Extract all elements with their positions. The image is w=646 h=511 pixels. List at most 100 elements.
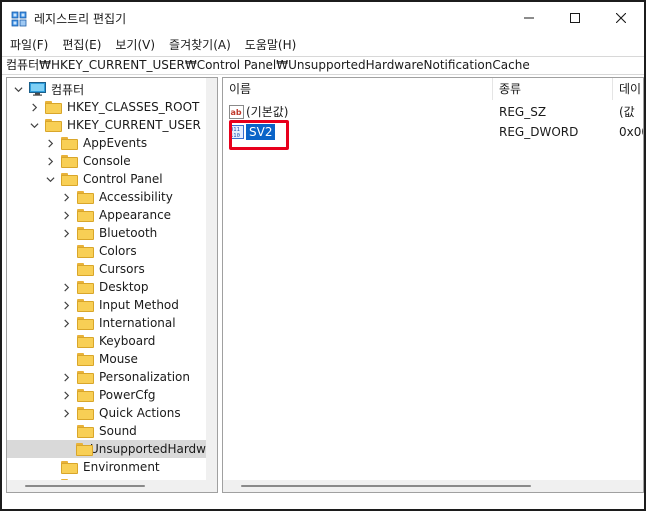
tree-item[interactable]: Colors [7, 242, 137, 260]
chevron-right-icon[interactable] [61, 318, 71, 328]
string-value-icon: ab [229, 105, 244, 119]
menu-help[interactable]: 도움말(H) [245, 36, 297, 53]
highlight-annotation-box [229, 120, 289, 150]
tree-item[interactable]: HKEY_CLASSES_ROOT [7, 98, 199, 116]
folder-icon [77, 334, 94, 348]
column-header-type[interactable]: 종류 [493, 78, 613, 100]
folder-icon [77, 244, 94, 258]
tree-item-label: Console [83, 154, 131, 168]
minimize-icon [524, 17, 534, 19]
tree-item-label: Desktop [99, 280, 149, 294]
tree-item-label: HKEY_CLASSES_ROOT [67, 100, 200, 114]
tree-item[interactable]: Accessibility [7, 188, 173, 206]
tree-item[interactable]: Console [7, 152, 131, 170]
chevron-right-icon[interactable] [61, 372, 71, 382]
tree-item-label: International [99, 316, 176, 330]
folder-icon [77, 298, 94, 312]
list-horizontal-scrollbar[interactable] [223, 480, 643, 492]
tree-vertical-scrollbar[interactable] [206, 78, 217, 492]
value-name: (기본값) [246, 105, 289, 119]
tree-horizontal-scrollbar[interactable] [7, 480, 206, 492]
tree-item[interactable]: Control Panel [7, 170, 163, 188]
registry-editor-window: 레지스트리 편집기 파일(F) 편집(E) 보기(V) 즐겨찾기(A) 도움말(… [0, 0, 646, 511]
minimize-button[interactable] [506, 2, 552, 34]
list-horizontal-scroll-thumb[interactable] [241, 485, 531, 487]
folder-icon [77, 406, 94, 420]
tree-item-label: Keyboard [99, 334, 156, 348]
menu-favorites[interactable]: 즐겨찾기(A) [169, 36, 231, 53]
tree-item[interactable]: International [7, 314, 176, 332]
tree-item[interactable]: Quick Actions [7, 404, 181, 422]
value-data: (값 [619, 105, 635, 119]
folder-icon [77, 190, 94, 204]
tree-item[interactable]: Appearance [7, 206, 171, 224]
folder-icon [77, 352, 94, 366]
tree-item-label: Control Panel [83, 172, 163, 186]
tree-item-label: AppEvents [83, 136, 148, 150]
title-bar[interactable]: 레지스트리 편집기 [2, 2, 644, 34]
folder-icon [61, 460, 78, 474]
menu-bar: 파일(F) 편집(E) 보기(V) 즐겨찾기(A) 도움말(H) [2, 34, 644, 54]
tree-item-label: Personalization [99, 370, 190, 384]
chevron-right-icon[interactable] [45, 138, 55, 148]
tree-item[interactable]: Mouse [7, 350, 138, 368]
tree-item-label: Mouse [99, 352, 138, 366]
tree-item[interactable]: Bluetooth [7, 224, 157, 242]
chevron-right-icon[interactable] [29, 102, 39, 112]
chevron-down-icon[interactable] [45, 174, 55, 184]
tree-item-label: Quick Actions [99, 406, 181, 420]
chevron-right-icon[interactable] [61, 228, 71, 238]
chevron-right-icon[interactable] [61, 210, 71, 220]
tree-item[interactable]: 컴퓨터 [7, 80, 84, 98]
value-type: REG_DWORD [499, 125, 579, 139]
tree-item-label: HKEY_CURRENT_USER [67, 118, 201, 132]
tree-item[interactable]: AppEvents [7, 134, 147, 152]
tree-item[interactable]: PowerCfg [7, 386, 156, 404]
folder-icon [77, 316, 94, 330]
tree-item[interactable]: HKEY_CURRENT_USER [7, 116, 201, 134]
folder-icon [61, 136, 78, 150]
chevron-right-icon[interactable] [45, 156, 55, 166]
folder-icon [77, 280, 94, 294]
folder-icon [77, 388, 94, 402]
address-bar[interactable]: 컴퓨터₩HKEY_CURRENT_USER₩Control Panel₩Unsu… [2, 56, 644, 75]
tree-item[interactable]: Desktop [7, 278, 149, 296]
menu-view[interactable]: 보기(V) [115, 36, 155, 53]
chevron-down-icon[interactable] [29, 120, 39, 130]
maximize-icon [570, 13, 580, 23]
chevron-right-icon[interactable] [61, 408, 71, 418]
tree-item[interactable]: Input Method [7, 296, 179, 314]
chevron-right-icon[interactable] [61, 282, 71, 292]
status-bar [2, 495, 644, 509]
folder-icon [77, 226, 94, 240]
column-header-data[interactable]: 데이 [613, 78, 643, 100]
chevron-right-icon[interactable] [61, 390, 71, 400]
tree-item-label: Colors [99, 244, 137, 258]
values-list-pane[interactable]: 이름 종류 데이 ab (기본값) REG_SZ (값 011 110 SV2 … [222, 77, 644, 493]
maximize-button[interactable] [552, 2, 598, 34]
tree-item[interactable]: Personalization [7, 368, 190, 386]
close-button[interactable] [598, 2, 644, 34]
column-header-name[interactable]: 이름 [223, 78, 493, 100]
folder-icon [77, 208, 94, 222]
tree-item[interactable]: Sound [7, 422, 137, 440]
value-data: 0x00 [619, 125, 643, 139]
chevron-right-icon[interactable] [61, 300, 71, 310]
chevron-down-icon[interactable] [13, 84, 23, 94]
tree-item[interactable]: Keyboard [7, 332, 155, 350]
menu-edit[interactable]: 편집(E) [62, 36, 101, 53]
tree-item[interactable]: UnsupportedHardw [7, 440, 206, 458]
tree-horizontal-scroll-thumb[interactable] [25, 485, 145, 487]
tree-item-label: Cursors [99, 262, 145, 276]
folder-icon [77, 370, 94, 384]
folder-icon [77, 262, 94, 276]
tree-item[interactable]: Environment [7, 458, 160, 476]
value-row-default[interactable]: ab (기본값) REG_SZ (값 [223, 102, 643, 122]
folder-icon [45, 100, 62, 114]
registry-tree-pane[interactable]: 컴퓨터 HKEY_CLASSES_ROOT HKEY_CURRENT_USER App… [6, 77, 218, 493]
tree-item[interactable]: Cursors [7, 260, 145, 278]
chevron-right-icon[interactable] [61, 192, 71, 202]
tree-item-label: Appearance [99, 208, 172, 222]
tree-item-label: PowerCfg [99, 388, 156, 402]
menu-file[interactable]: 파일(F) [10, 36, 48, 53]
